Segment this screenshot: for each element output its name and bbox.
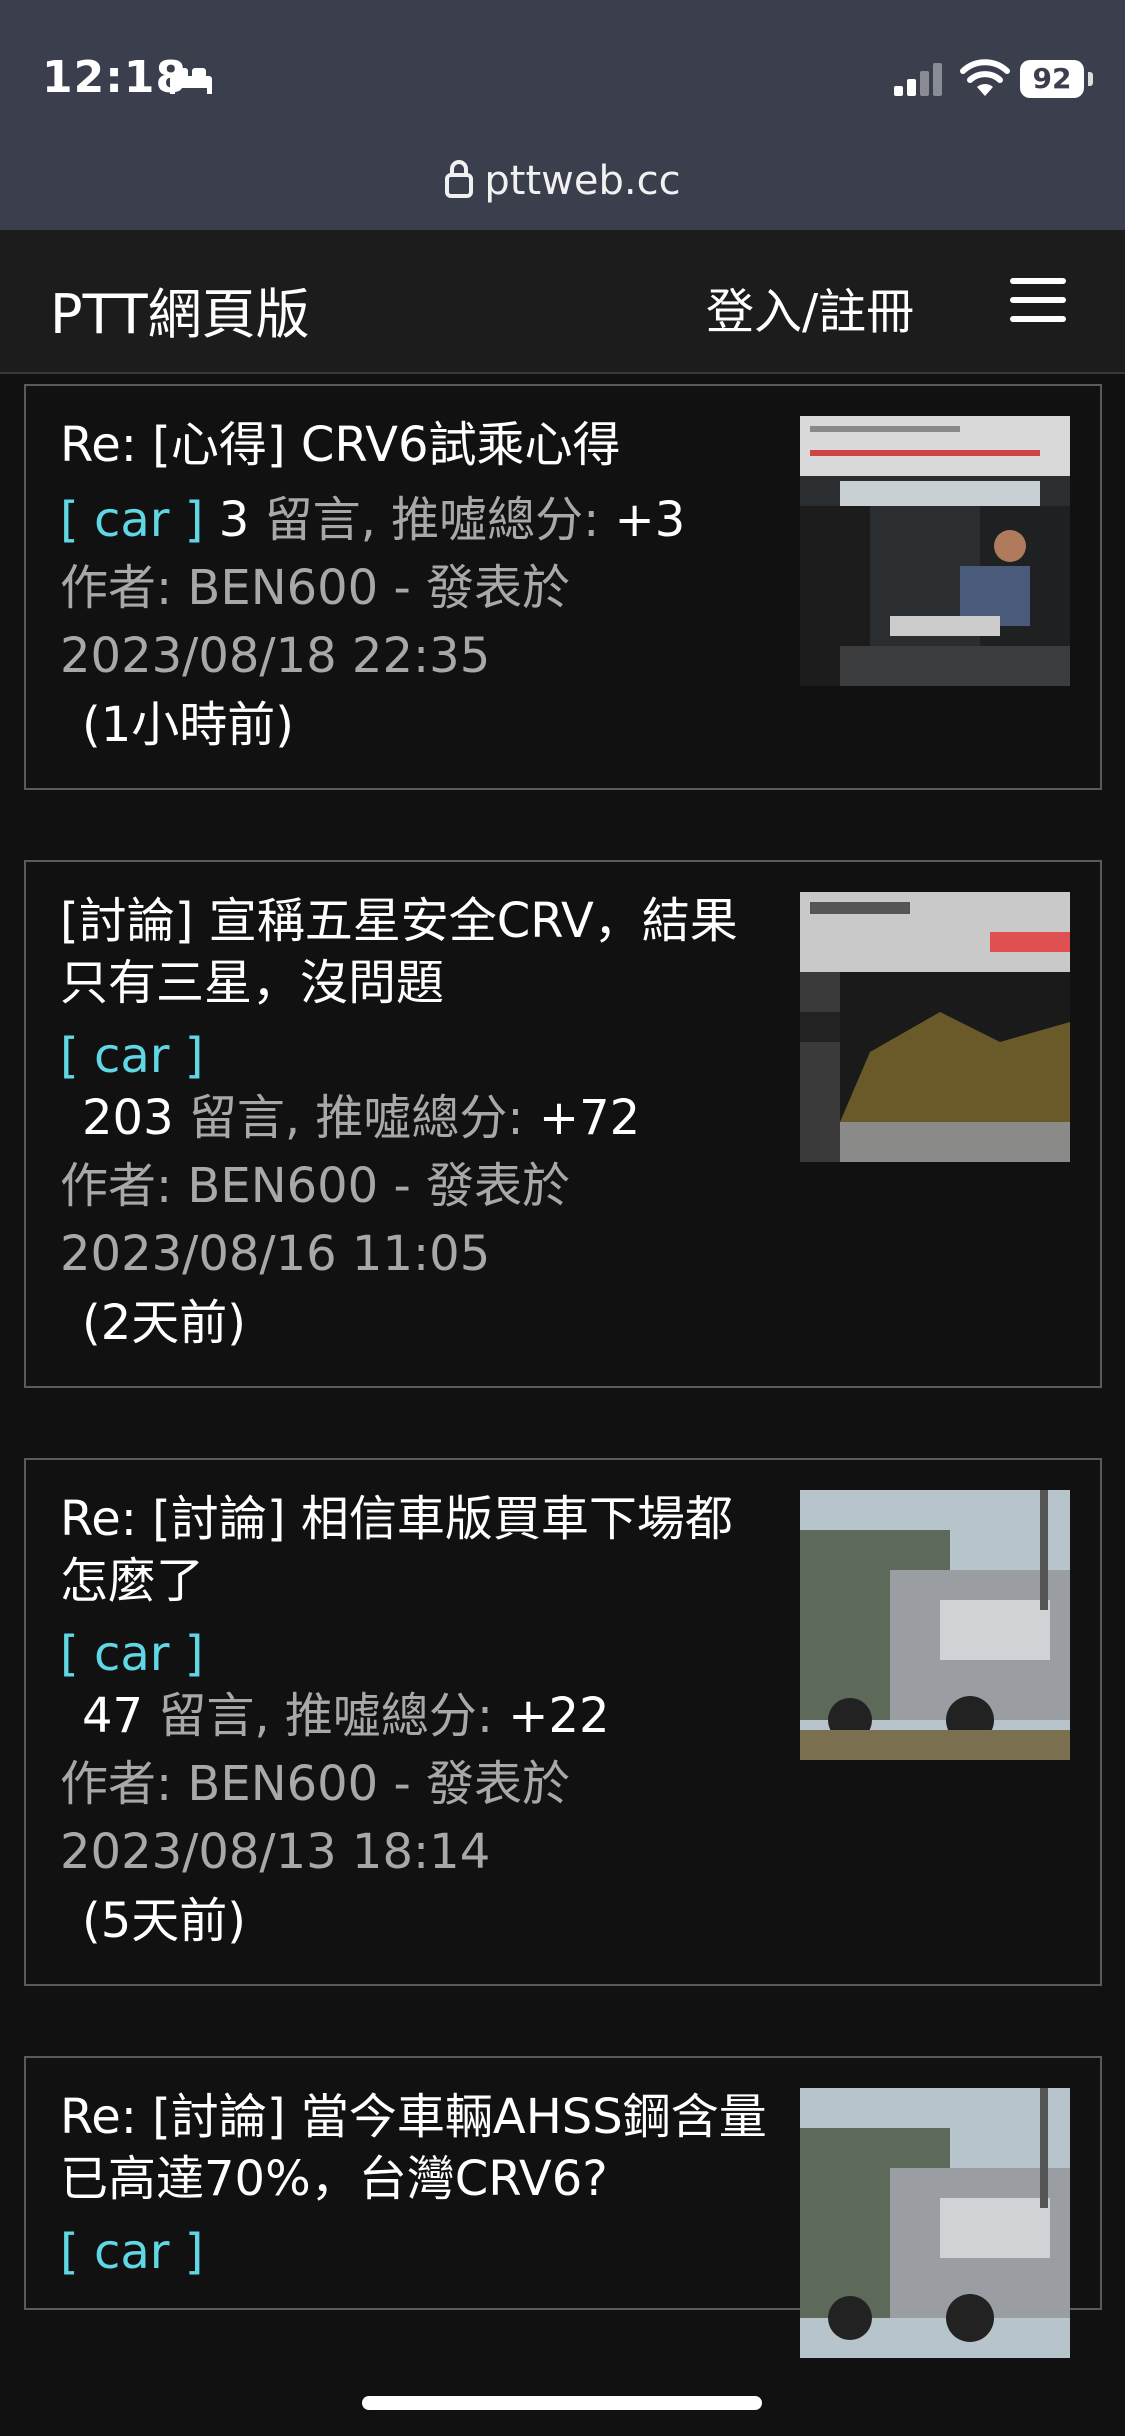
post-thumbnail[interactable] <box>800 1490 1070 1760</box>
home-indicator[interactable] <box>362 2396 762 2410</box>
author-line: 作者: BEN600 - 發表於 <box>60 560 571 616</box>
post-card[interactable]: Re: [討論] 當今車輛AHSS鋼含量已高達70%，台灣CRV6? [ car… <box>24 2056 1102 2358</box>
post-title[interactable]: Re: [討論] 當今車輛AHSS鋼含量已高達70%，台灣CRV6? <box>60 2086 780 2210</box>
score: +22 <box>508 1688 610 1744</box>
score: +3 <box>614 492 686 548</box>
login-register-link[interactable]: 登入/註冊 <box>706 272 914 342</box>
address-bar[interactable]: pttweb.cc <box>0 158 1125 204</box>
relative-time: (1小時前) <box>82 697 294 753</box>
site-logo[interactable]: PTT網頁版 <box>50 270 310 349</box>
hamburger-menu-icon[interactable] <box>1010 278 1066 322</box>
status-bar: 12:18 92 pttweb.cc <box>0 0 1125 230</box>
post-title[interactable]: [討論] 宣稱五星安全CRV，結果只有三星，沒問題 <box>60 890 780 1014</box>
post-date: 2023/08/16 11:05 <box>60 1226 491 1282</box>
board-tag[interactable]: [ car ] <box>60 1028 780 1084</box>
battery-indicator: 92 <box>1020 60 1084 98</box>
cellular-signal-icon <box>894 63 942 96</box>
comment-count: 3 <box>218 492 250 548</box>
post-title[interactable]: Re: [討論] 相信車版買車下場都怎麼了 <box>60 1488 780 1612</box>
board-tag[interactable]: [ car ] <box>60 492 204 548</box>
post-date: 2023/08/13 18:14 <box>60 1824 491 1880</box>
post-card[interactable]: [討論] 宣稱五星安全CRV，結果只有三星，沒問題 [ car ] 203 留言… <box>24 860 1102 1388</box>
post-date: 2023/08/18 22:35 <box>60 628 491 684</box>
post-title[interactable]: Re: [心得] CRV6試乘心得 <box>60 414 780 476</box>
battery-tip <box>1088 72 1093 86</box>
lock-icon <box>445 160 474 198</box>
score: +72 <box>538 1090 641 1146</box>
stats-label: 留言, 推噓總分: <box>143 1688 509 1744</box>
post-list: Re: [心得] CRV6試乘心得 [ car ] 3 留言, 推噓總分: +3… <box>24 384 1102 2380</box>
relative-time: (2天前) <box>82 1295 246 1351</box>
relative-time: (5天前) <box>82 1893 246 1949</box>
post-thumbnail[interactable] <box>800 416 1070 686</box>
stats-label: 留言, 推噓總分: <box>173 1090 539 1146</box>
wifi-icon <box>960 59 1010 96</box>
comment-count: 47 <box>82 1688 144 1744</box>
post-card[interactable]: Re: [討論] 相信車版買車下場都怎麼了 [ car ] 47 留言, 推噓總… <box>24 1458 1102 1986</box>
clock: 12:18 <box>42 52 188 103</box>
stats-label: 留言, 推噓總分: <box>249 492 615 548</box>
post-card[interactable]: Re: [心得] CRV6試乘心得 [ car ] 3 留言, 推噓總分: +3… <box>24 384 1102 790</box>
url-text: pttweb.cc <box>484 158 681 204</box>
post-thumbnail[interactable] <box>800 2088 1070 2358</box>
app-header: PTT網頁版 登入/註冊 <box>0 230 1125 374</box>
sleep-focus-icon <box>170 68 212 94</box>
post-thumbnail[interactable] <box>800 892 1070 1162</box>
comment-count: 203 <box>82 1090 174 1146</box>
author-line: 作者: BEN600 - 發表於 <box>60 1756 571 1812</box>
board-tag[interactable]: [ car ] <box>60 2224 780 2280</box>
author-line: 作者: BEN600 - 發表於 <box>60 1158 571 1214</box>
board-tag[interactable]: [ car ] <box>60 1626 780 1682</box>
